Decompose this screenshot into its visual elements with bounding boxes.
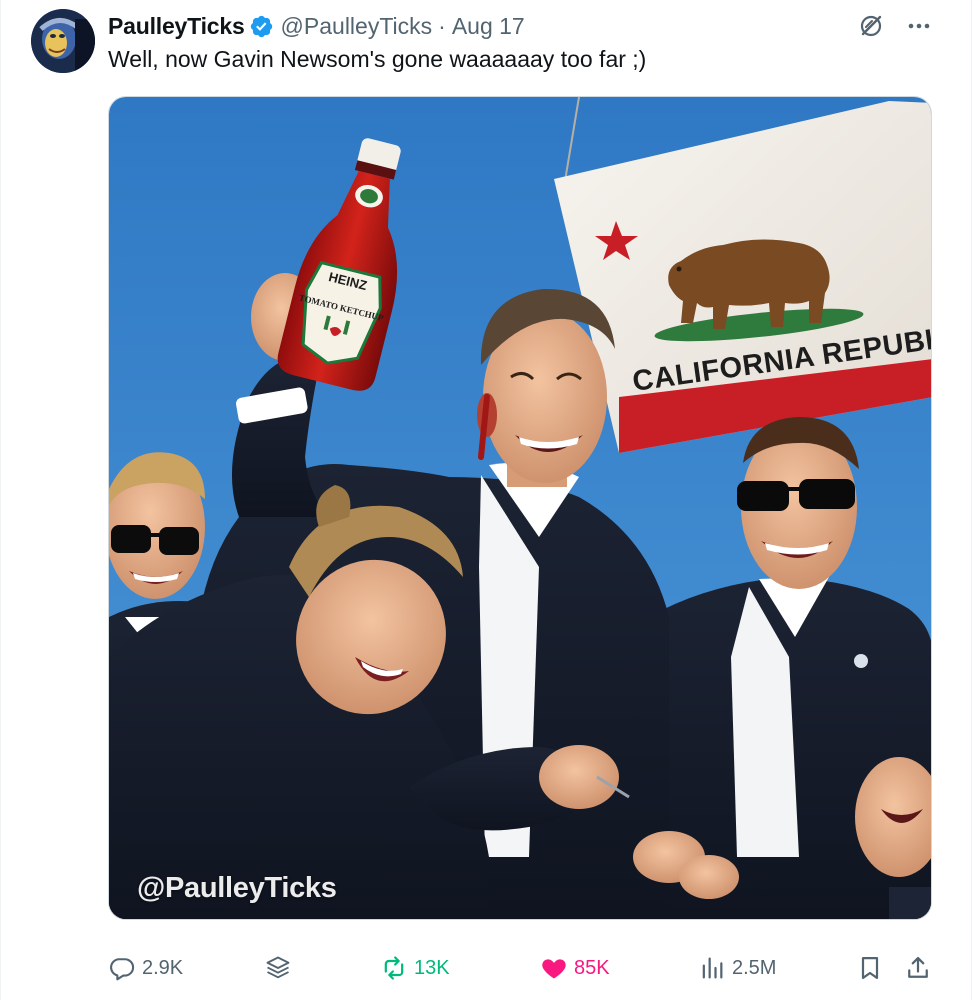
user-handle[interactable]: @PaulleyTicks: [281, 13, 433, 40]
media-watermark: @PaulleyTicks: [137, 872, 337, 904]
grok-icon[interactable]: [857, 12, 885, 40]
avatar[interactable]: [31, 9, 95, 73]
views-count: 2.5M: [732, 956, 777, 979]
reply-icon: [108, 954, 136, 982]
like-button[interactable]: 85K: [540, 948, 610, 988]
share-button[interactable]: [904, 948, 932, 988]
heart-icon: [540, 954, 568, 982]
retweet-button[interactable]: 13K: [380, 948, 450, 988]
avatar-image: [31, 9, 95, 73]
like-count: 85K: [574, 956, 610, 979]
reply-count: 2.9K: [142, 956, 184, 979]
reply-button[interactable]: 2.9K: [108, 948, 183, 988]
display-name[interactable]: PaulleyTicks: [108, 13, 245, 40]
grok-analyze-button[interactable]: [264, 948, 292, 988]
tweet-action-bar: 2.9K 13K 85K 2.5M: [108, 948, 938, 988]
tweet-header-actions: [857, 12, 933, 40]
more-icon[interactable]: [905, 12, 933, 40]
views-icon: [698, 954, 726, 982]
retweet-count: 13K: [414, 956, 450, 979]
bookmark-button[interactable]: [856, 948, 884, 988]
views-button[interactable]: 2.5M: [698, 948, 776, 988]
tweet-media-image[interactable]: CALIFORNIA REPUBLIC HEINZ TOMATO KETCHUP…: [108, 96, 932, 920]
media-illustration: CALIFORNIA REPUBLIC HEINZ TOMATO KETCHUP: [109, 97, 931, 919]
bookmark-icon: [856, 954, 884, 982]
tweet-date[interactable]: Aug 17: [452, 13, 525, 40]
verified-badge-icon[interactable]: [249, 14, 274, 39]
tweet-text: Well, now Gavin Newsom's gone waaaaaay t…: [108, 46, 647, 72]
tweet-header: PaulleyTicks @PaulleyTicks · Aug 17: [108, 12, 525, 40]
tweet-container: PaulleyTicks @PaulleyTicks · Aug 17 Well…: [0, 0, 972, 1000]
separator-dot: ·: [438, 12, 446, 39]
share-icon: [904, 954, 932, 982]
stack-icon: [264, 954, 292, 982]
retweet-icon: [380, 954, 408, 982]
